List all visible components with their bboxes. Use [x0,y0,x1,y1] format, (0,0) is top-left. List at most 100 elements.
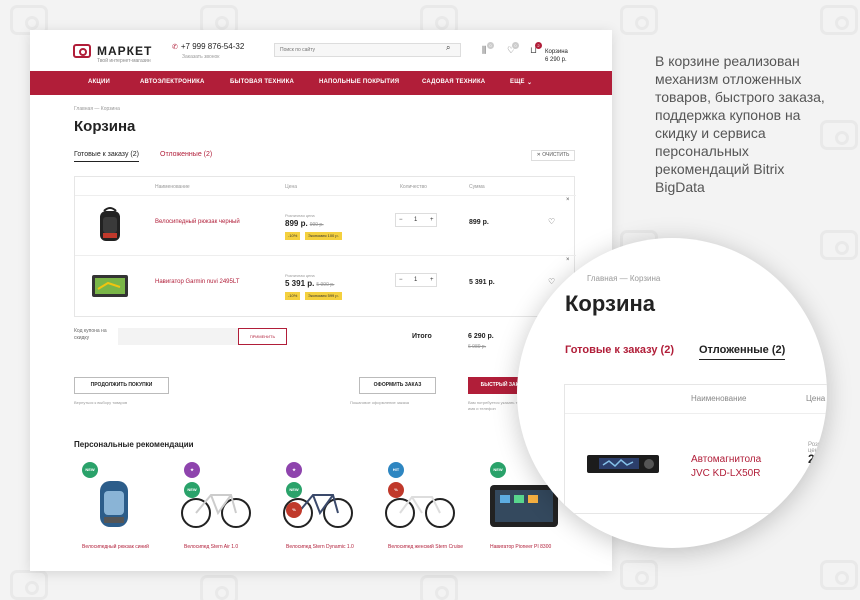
store-screenshot: МАРКЕТ Твой интернет-магазин ✆ +7 999 876… [30,30,612,571]
minus-icon[interactable]: − [399,277,403,283]
total-old-value: 6 989 р. [468,344,487,350]
rec-name[interactable]: Велосипед женский Stern Cruise [388,543,468,551]
feature-description: В корзине реализован механизм отложенных… [655,53,825,195]
product-image[interactable] [74,473,154,533]
navigator-image[interactable] [90,265,130,305]
discount-badge: -10% [285,232,301,240]
zoom-lens: Главная — Корзина Корзина Готовые к зака… [517,238,827,548]
rec-card[interactable]: NEW Велосипедный рюкзак синий [74,460,164,565]
nav-item-garden[interactable]: САДОВАЯ ТЕХНИКА [422,79,485,85]
qty-value[interactable]: 1 [414,277,417,283]
zoom-product-name-1: Автомагнитола [691,454,762,465]
favorites-badge: 0 [512,42,519,49]
breadcrumb[interactable]: Главная — Корзина [74,106,120,112]
hit-badge: HIT [388,462,404,478]
coupon-input[interactable] [118,328,238,345]
search-input[interactable] [274,43,461,57]
total-value: 6 290 р. [468,333,494,340]
old-price: 999 р. [309,222,324,228]
product-price: 5 391 р. 5 990 р. [285,279,334,288]
col-sum: Сумма [469,184,485,190]
qty-value[interactable]: 1 [414,217,417,223]
logo-text[interactable]: МАРКЕТ [97,44,152,58]
zoom-title: Корзина [565,291,655,316]
nav-item-sales[interactable]: АКЦИИ [88,79,110,85]
zoom-col-name: Наименование [691,394,747,403]
apply-coupon-button[interactable]: ПРИМЕНИТЬ [238,328,287,345]
compare-badge: 0 [487,42,494,49]
total-label: Итого [412,333,432,340]
tab-ready[interactable]: Готовые к заказу (2) [74,151,139,162]
new-badge: NEW [82,462,98,478]
rec-card[interactable]: ★ NEW Велосипед Stern Air 1.0 [176,460,266,565]
nav-item-more[interactable]: ЕЩЕ [510,79,525,85]
zoom-tab-ready[interactable]: Готовые к заказу (2) [565,344,674,356]
discount-badge: -10% [285,292,301,300]
zoom-price: 2 999 р. [808,452,827,480]
main-nav: АКЦИИ АВТОЭЛЕКТРОНИКА БЫТОВАЯ ТЕХНИКА НА… [30,71,612,95]
zoom-product-name-2: JVC KD-LX50R [691,468,761,479]
new-badge: NEW [184,482,200,498]
zoom-tab-delayed[interactable]: Отложенные (2) [699,344,786,360]
heart-icon[interactable]: ♡ [548,217,555,226]
price-label: Розничная цена [285,213,315,218]
logo-icon[interactable] [73,44,91,58]
price-value: 5 391 р. [285,279,315,288]
product-name[interactable]: Велосипедный рюкзак черный [155,219,240,225]
old-price: 5 990 р. [316,282,335,288]
product-name[interactable]: Навигатор Garmin nuvi 2495LT [155,279,239,285]
cart-sum: 6 290 р. [545,57,567,63]
col-price: Цена [285,184,298,190]
zoom-table: Наименование Цена Автомагнитола JVC KD-LX… [564,384,827,514]
nav-item-appliances[interactable]: БЫТОВАЯ ТЕХНИКА [230,79,294,85]
plus-icon[interactable]: + [430,277,434,283]
search-icon[interactable]: ⌕ [446,43,450,53]
nav-item-auto[interactable]: АВТОЭЛЕКТРОНИКА [140,79,205,85]
car-radio-image[interactable] [587,453,659,475]
discount-icon: % [286,502,302,518]
zoom-breadcrumb[interactable]: Главная — Корзина [587,274,660,283]
quantity-stepper[interactable]: − 1 + [395,273,437,287]
cart-badge: 2 [535,42,542,49]
price-label: Розничная цена [285,273,315,278]
rec-name[interactable]: Велосипед Stern Dynamic 1.0 [286,543,366,551]
clear-cart-button[interactable]: ✕ ОЧИСТИТЬ [531,150,575,161]
quantity-stepper[interactable]: − 1 + [395,213,437,227]
coupon-label: Код купона на скидку [74,328,107,341]
row-sum: 5 391 р. [469,279,495,286]
backpack-image[interactable] [90,205,130,245]
recommendations-title: Персональные рекомендации [74,440,194,449]
checkout-note: Пошаговое оформление заказа [350,400,409,405]
rec-card[interactable]: HIT % Велосипед женский Stern Cruise [380,460,470,565]
rec-card[interactable]: ★ NEW % Велосипед Stern Dynamic 1.0 [278,460,368,565]
col-qty: Количество [400,184,427,190]
nav-item-flooring[interactable]: НАПОЛЬНЫЕ ПОКРЫТИЯ [319,79,399,85]
continue-note: Вернуться к выбору товаров [74,400,128,405]
continue-shopping-button[interactable]: ПРОДОЛЖИТЬ ПОКУПКИ [74,377,169,394]
cart-summary[interactable]: Корзина 6 290 р. [545,48,568,64]
close-icon[interactable]: × [566,257,570,263]
hit-icon: ★ [286,462,302,478]
heart-icon[interactable]: ♡ [548,277,555,286]
rec-name[interactable]: Велосипед Stern Air 1.0 [184,543,264,551]
close-icon[interactable]: × [566,197,570,203]
site-header: МАРКЕТ Твой интернет-магазин ✆ +7 999 876… [30,30,612,70]
savings-badge: Экономия 599 р. [305,292,342,300]
tab-delayed[interactable]: Отложенные (2) [160,151,212,158]
plus-icon[interactable]: + [430,217,434,223]
hit-icon: ★ [184,462,200,478]
col-name: Наименование [155,184,190,190]
phone: ✆ +7 999 876-54-32 [172,42,244,51]
zoom-product-name[interactable]: Автомагнитола JVC KD-LX50R [691,453,761,481]
rec-name[interactable]: Навигатор Pioneer PI 8300 [490,543,570,551]
cart-table: Наименование Цена Количество Сумма Велос… [74,176,576,317]
minus-icon[interactable]: − [399,217,403,223]
rec-name[interactable]: Велосипедный рюкзак синий [82,543,162,551]
phone-icon: ✆ [172,44,178,51]
compare-icon[interactable]: ⫼ [482,45,486,56]
callback-link[interactable]: Заказать звонок [182,54,219,60]
savings-badge: Экономия 100 р. [305,232,342,240]
chevron-down-icon[interactable]: ⌄ [527,79,532,86]
checkout-button[interactable]: ОФОРМИТЬ ЗАКАЗ [359,377,436,394]
new-badge: NEW [286,482,302,498]
